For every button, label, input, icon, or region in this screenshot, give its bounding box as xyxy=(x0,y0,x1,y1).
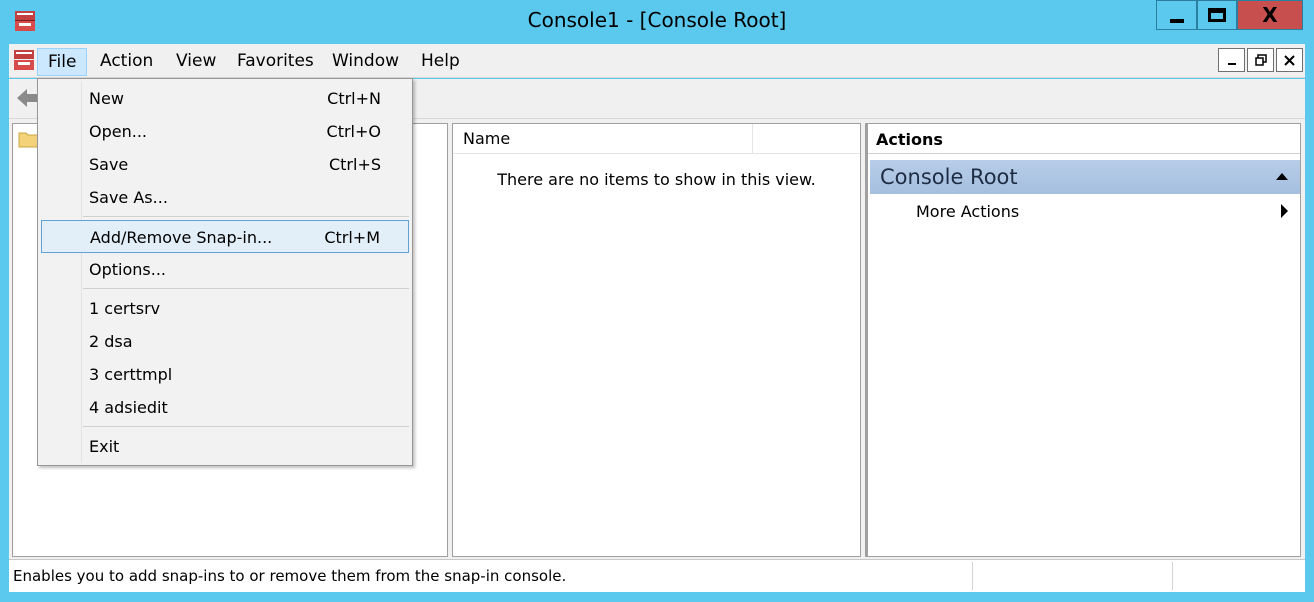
close-button[interactable]: X xyxy=(1237,0,1303,30)
maximize-button[interactable] xyxy=(1197,0,1237,30)
restore-icon xyxy=(1254,54,1267,66)
menu-file[interactable]: File xyxy=(37,48,88,76)
menu-item-recent-adsiedit[interactable]: 4 adsiedit xyxy=(41,391,409,424)
status-divider xyxy=(1172,562,1173,590)
column-header-name[interactable]: Name xyxy=(453,124,753,154)
title-bar: Console1 - [Console Root] X xyxy=(0,0,1314,44)
menu-item-exit[interactable]: Exit xyxy=(41,430,409,463)
window-title: Console1 - [Console Root] xyxy=(527,8,787,32)
menu-action[interactable]: Action xyxy=(90,48,163,76)
menu-item-recent-certtmpl[interactable]: 3 certtmpl xyxy=(41,358,409,391)
results-pane[interactable]: Name There are no items to show in this … xyxy=(452,123,861,557)
menu-item-options[interactable]: Options... xyxy=(41,253,409,286)
menu-item-add-remove-snap-in[interactable]: Add/Remove Snap-in... Ctrl+M xyxy=(41,220,409,253)
menu-item-open[interactable]: Open... Ctrl+O xyxy=(41,115,409,148)
status-text: Enables you to add snap-ins to or remove… xyxy=(13,567,567,585)
maximize-icon xyxy=(1208,8,1226,22)
menu-item-recent-dsa[interactable]: 2 dsa xyxy=(41,325,409,358)
submenu-arrow-icon[interactable] xyxy=(1281,204,1288,218)
menu-favorites[interactable]: Favorites xyxy=(227,48,324,76)
file-menu-dropdown: New Ctrl+N Open... Ctrl+O Save Ctrl+S Sa… xyxy=(37,78,413,466)
minimize-icon xyxy=(1169,19,1184,23)
close-icon xyxy=(1284,54,1295,66)
empty-list-message: There are no items to show in this view. xyxy=(497,170,816,189)
menu-item-save-as[interactable]: Save As... xyxy=(41,181,409,214)
minimize-icon xyxy=(1227,63,1236,65)
minimize-button[interactable] xyxy=(1156,0,1197,30)
menu-view[interactable]: View xyxy=(166,48,226,76)
menu-item-new[interactable]: New Ctrl+N xyxy=(41,82,409,115)
actions-section-console-root[interactable]: Console Root xyxy=(870,160,1300,194)
child-close-button[interactable] xyxy=(1276,48,1303,72)
actions-title: Actions xyxy=(868,124,1300,154)
more-actions-item[interactable]: More Actions xyxy=(916,202,1019,221)
child-minimize-button[interactable] xyxy=(1218,48,1245,72)
actions-section-label: Console Root xyxy=(880,165,1018,189)
console-menu-icon[interactable] xyxy=(12,48,36,72)
menu-window[interactable]: Window xyxy=(322,48,409,76)
close-icon: X xyxy=(1262,3,1278,27)
menu-help[interactable]: Help xyxy=(411,48,470,76)
menu-item-recent-certsrv[interactable]: 1 certsrv xyxy=(41,292,409,325)
collapse-arrow-icon[interactable] xyxy=(1276,173,1288,180)
menu-separator xyxy=(83,288,409,289)
status-divider xyxy=(972,562,973,590)
status-bar: Enables you to add snap-ins to or remove… xyxy=(9,559,1305,592)
menu-bar: File Action View Favorites Window Help xyxy=(9,44,1305,78)
list-header: Name xyxy=(453,124,860,154)
menu-separator xyxy=(83,426,409,427)
child-restore-button[interactable] xyxy=(1247,48,1274,72)
menu-item-save[interactable]: Save Ctrl+S xyxy=(41,148,409,181)
actions-pane: Actions Console Root More Actions xyxy=(865,123,1301,557)
menu-separator xyxy=(83,216,409,217)
